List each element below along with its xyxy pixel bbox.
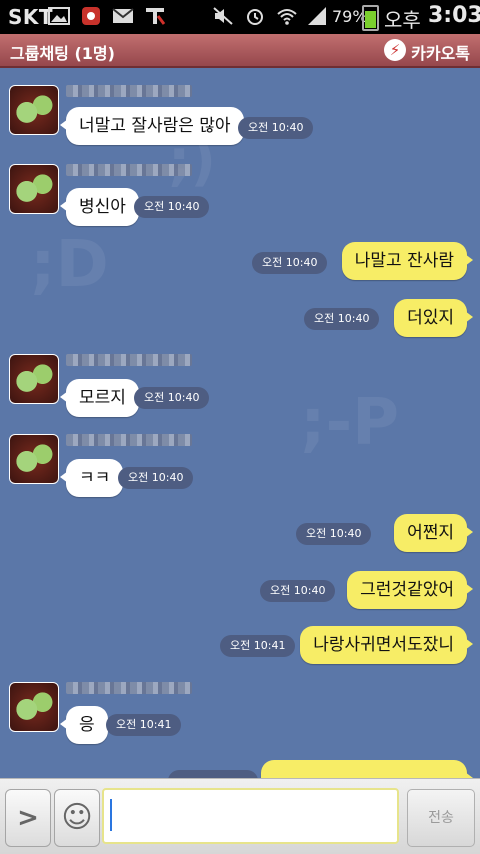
message-input[interactable] bbox=[102, 788, 399, 844]
signal-icon bbox=[308, 7, 326, 25]
sender-name-blurred bbox=[66, 434, 192, 446]
incoming-message-bubble[interactable]: 병신아 bbox=[60, 188, 139, 226]
sender-name-blurred bbox=[66, 682, 192, 694]
mute-icon bbox=[213, 7, 233, 25]
wifi-icon bbox=[277, 9, 297, 25]
kakaotalk-brand-label[interactable]: 카카오톡 bbox=[411, 40, 470, 64]
tmap-icon bbox=[146, 8, 166, 25]
incoming-message-bubble[interactable]: 너말고 잘사람은 많아 bbox=[60, 107, 244, 145]
text-cursor bbox=[110, 799, 112, 831]
outgoing-message-bubble[interactable]: 나랑사귀면서도잤니 bbox=[300, 626, 473, 664]
message-timestamp: 오전 10:40 bbox=[252, 252, 328, 274]
message-timestamp-partial bbox=[168, 770, 258, 778]
chat-title-bar: 그룹채팅 (1명) ⚡ 카카오톡 bbox=[0, 34, 480, 68]
message-timestamp: 오전 10:41 bbox=[106, 714, 182, 736]
sender-avatar[interactable] bbox=[9, 354, 59, 404]
sender-avatar[interactable] bbox=[9, 85, 59, 135]
sender-avatar[interactable] bbox=[9, 434, 59, 484]
app-notification-icon bbox=[82, 7, 100, 25]
sender-avatar[interactable] bbox=[9, 164, 59, 214]
smiley-icon: ☺ bbox=[61, 800, 93, 835]
incoming-message-bubble[interactable]: 모르지 bbox=[60, 379, 139, 417]
status-bar: SKT 79% 오후 3:03 bbox=[0, 0, 480, 34]
clock-time: 3:03 bbox=[428, 3, 480, 28]
outgoing-message-bubble[interactable]: 더있지 bbox=[394, 299, 473, 337]
sender-name-blurred bbox=[66, 85, 192, 97]
message-timestamp: 오전 10:40 bbox=[238, 117, 314, 139]
chat-room-title: 그룹채팅 (1명) bbox=[10, 44, 115, 63]
sender-name-blurred bbox=[66, 354, 192, 366]
message-timestamp: 오전 10:41 bbox=[220, 635, 296, 657]
chat-message-list[interactable]: ;) ;D ;-P 너말고 잘사람은 많아 오전 10:40 병신아 오전 10… bbox=[0, 68, 480, 778]
message-timestamp: 오전 10:40 bbox=[134, 196, 210, 218]
battery-icon bbox=[362, 5, 379, 31]
chevron-right-icon: > bbox=[17, 803, 39, 833]
carrier-label: SKT bbox=[8, 5, 54, 29]
watermark-emoticon: ;-P bbox=[300, 386, 400, 460]
emoticon-button[interactable]: ☺ bbox=[54, 789, 100, 847]
gallery-icon bbox=[48, 7, 70, 25]
kakaotalk-logo-icon[interactable]: ⚡ bbox=[384, 39, 406, 61]
incoming-message-bubble[interactable]: 응 bbox=[60, 706, 108, 744]
message-timestamp: 오전 10:40 bbox=[134, 387, 210, 409]
sender-name-blurred bbox=[66, 164, 192, 176]
message-timestamp: 오전 10:40 bbox=[296, 523, 372, 545]
more-menu-button[interactable]: > bbox=[5, 789, 51, 847]
outgoing-message-bubble-partial[interactable] bbox=[261, 760, 473, 778]
send-button[interactable]: 전송 bbox=[407, 789, 475, 847]
message-timestamp: 오전 10:40 bbox=[304, 308, 380, 330]
message-timestamp: 오전 10:40 bbox=[118, 467, 194, 489]
outgoing-message-bubble[interactable]: 어쩐지 bbox=[394, 514, 473, 552]
outgoing-message-bubble[interactable]: 그런것같았어 bbox=[347, 571, 473, 609]
clock-ampm: 오후 bbox=[384, 8, 421, 32]
incoming-message-bubble[interactable]: ㅋㅋ bbox=[59, 459, 124, 497]
watermark-emoticon: ;D bbox=[30, 228, 109, 302]
message-input-bar: > ☺ 전송 bbox=[0, 778, 480, 854]
alarm-icon bbox=[247, 9, 263, 25]
mail-icon bbox=[112, 8, 134, 23]
sender-avatar[interactable] bbox=[9, 682, 59, 732]
message-timestamp: 오전 10:40 bbox=[260, 580, 336, 602]
outgoing-message-bubble[interactable]: 나말고 잔사람 bbox=[341, 242, 474, 280]
